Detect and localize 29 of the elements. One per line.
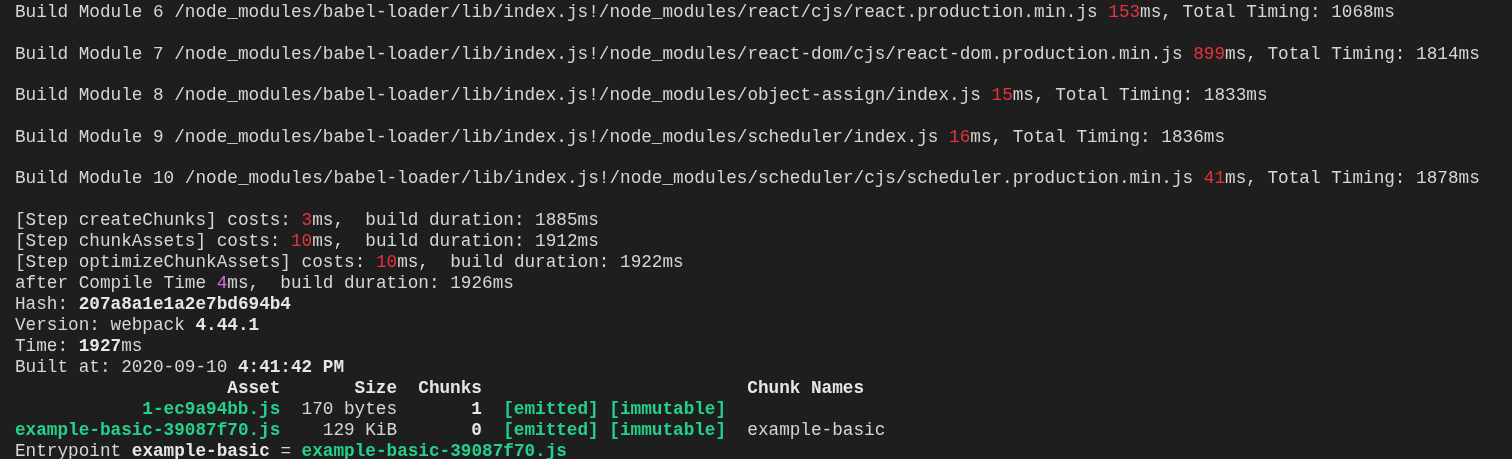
log-line: [Step chunkAssets] costs: 10ms, build duration: 1912ms [15,230,599,252]
column-header: Chunk Names [747,377,865,399]
log-line: Version: webpack 4.44.1 [15,314,260,336]
asset-size: 129 KiB [322,419,398,441]
asset-size: 170 bytes [301,398,398,420]
log-line: Entrypoint example-basic = example-basic-39087f70.js [15,440,567,459]
log-line: Time: 1927ms [15,335,143,357]
log-line: Build Module 7 /node_modules/babel-loader/lib/index.js!/node_modules/react-dom/cjs/react-dom.production.min.js 899ms, Total Timing: 1814ms [15,43,1480,65]
log-line: after Compile Time 4ms, build duration: 1926ms [15,272,514,294]
flag-label: [emitted] [503,419,599,441]
column-header: Size [354,377,398,399]
log-line: Built at: 2020-09-10 4:41:42 PM [15,356,345,378]
chunk-id: 0 [471,419,482,441]
column-header: Asset [227,377,281,399]
chunk-name: example-basic [747,419,886,441]
asset-name: 1-ec9a94bb.js [142,398,281,420]
chunk-id: 1 [471,398,482,420]
asset-name: example-basic-39087f70.js [15,419,281,441]
log-line: Build Module 9 /node_modules/babel-loader/lib/index.js!/node_modules/scheduler/index.js 16ms, Total Timing: 1836ms [15,126,1226,148]
flag-label: [immutable] [609,419,727,441]
log-line: Build Module 10 /node_modules/babel-loader/lib/index.js!/node_modules/scheduler/cjs/scheduler.production.min.js 41ms, Total Timing: 1878ms [15,168,1480,189]
flag-label: [emitted] [503,398,599,420]
flag-label: [immutable] [609,398,727,420]
log-line: Build Module 6 /node_modules/babel-loader/lib/index.js!/node_modules/react/cjs/react.production.min.js 153ms, Total Timing: 1068ms [15,2,1395,23]
log-line: Hash: 207a8a1e1a2e7bd694b4 [15,293,291,315]
log-line: [Step createChunks] costs: 3ms, build duration: 1885ms [15,209,599,231]
log-line: Build Module 8 /node_modules/babel-loader/lib/index.js!/node_modules/object-assign/index.js 15ms, Total Timing: 1833ms [15,85,1268,106]
column-header: Chunks [418,377,482,399]
log-line: [Step optimizeChunkAssets] costs: 10ms, build duration: 1922ms [15,251,684,273]
